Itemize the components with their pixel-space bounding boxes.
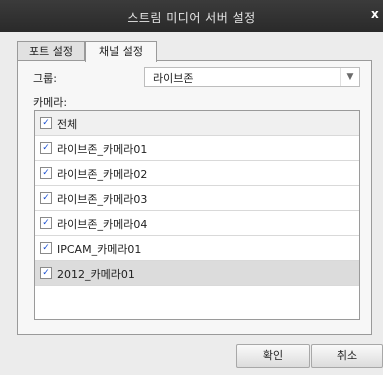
check-icon[interactable]: ✓ bbox=[40, 117, 52, 129]
check-icon[interactable]: ✓ bbox=[40, 267, 52, 279]
list-item-label: IPCAM_카메라01 bbox=[57, 243, 142, 256]
check-icon[interactable]: ✓ bbox=[40, 192, 52, 204]
list-item[interactable]: ✓ 라이브존_카메라04 bbox=[35, 211, 359, 236]
list-item[interactable]: ✓ 라이브존_카메라03 bbox=[35, 186, 359, 211]
check-icon[interactable]: ✓ bbox=[40, 217, 52, 229]
check-icon[interactable]: ✓ bbox=[40, 142, 52, 154]
list-item-all[interactable]: ✓ 전체 bbox=[35, 111, 359, 136]
title-bar: 스트림 미디어 서버 설정 x bbox=[0, 0, 383, 32]
channel-settings-panel: 그룹: 라이브존 ▼ 카메라: ✓ 전체 ✓ 라이브존_카메라01 ✓ 라이브존… bbox=[17, 60, 372, 335]
group-select-value: 라이브존 bbox=[153, 72, 194, 85]
list-item-label: 라이브존_카메라03 bbox=[57, 193, 148, 206]
chevron-down-icon[interactable]: ▼ bbox=[340, 68, 359, 86]
list-item-label: 전체 bbox=[57, 118, 78, 131]
check-icon[interactable]: ✓ bbox=[40, 242, 52, 254]
check-icon[interactable]: ✓ bbox=[40, 167, 52, 179]
list-item-label: 라이브존_카메라02 bbox=[57, 168, 148, 181]
ok-button[interactable]: 확인 bbox=[236, 344, 310, 368]
list-item[interactable]: ✓ 라이브존_카메라01 bbox=[35, 136, 359, 161]
close-icon[interactable]: x bbox=[371, 7, 383, 21]
window-title: 스트림 미디어 서버 설정 bbox=[127, 11, 256, 25]
list-item[interactable]: ✓ 라이브존_카메라02 bbox=[35, 161, 359, 186]
tab-channel-settings[interactable]: 채널 설정 bbox=[85, 41, 157, 62]
dialog-window: 스트림 미디어 서버 설정 x 포트 설정 채널 설정 그룹: 라이브존 ▼ 카… bbox=[0, 0, 383, 375]
list-item-selected[interactable]: ✓ 2012_카메라01 bbox=[35, 261, 359, 286]
list-item-label: 2012_카메라01 bbox=[57, 268, 135, 281]
list-item-label: 라이브존_카메라01 bbox=[57, 143, 148, 156]
group-select[interactable]: 라이브존 ▼ bbox=[144, 67, 360, 87]
cancel-button[interactable]: 취소 bbox=[311, 344, 383, 368]
tab-port-settings[interactable]: 포트 설정 bbox=[17, 41, 85, 61]
list-item-label: 라이브존_카메라04 bbox=[57, 218, 148, 231]
camera-list: ✓ 전체 ✓ 라이브존_카메라01 ✓ 라이브존_카메라02 ✓ 라이브존_카메… bbox=[34, 110, 360, 320]
list-item[interactable]: ✓ IPCAM_카메라01 bbox=[35, 236, 359, 261]
camera-label: 카메라: bbox=[33, 96, 68, 109]
group-label: 그룹: bbox=[33, 72, 57, 85]
